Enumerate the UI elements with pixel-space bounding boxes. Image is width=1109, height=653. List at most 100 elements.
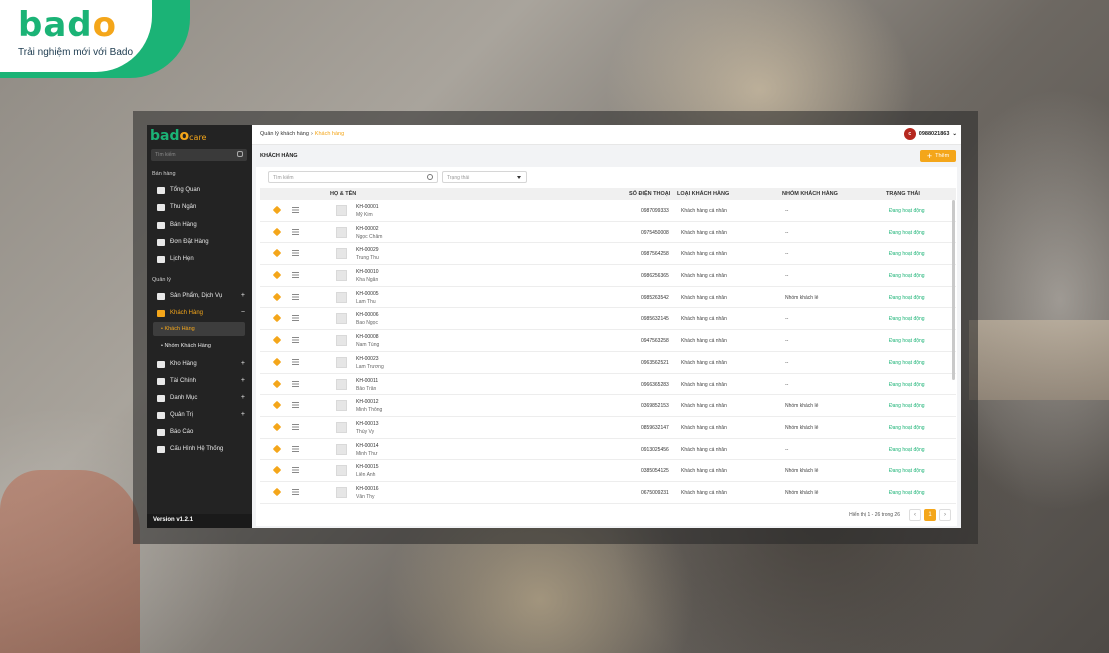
table-row[interactable]: KH-00023 Lam Trương 0963562521 Khách hàng c…: [260, 352, 956, 374]
sidebar-item-sales[interactable]: Bán Hàng: [157, 219, 247, 231]
detail-list-icon[interactable]: [292, 228, 299, 235]
sidebar-item-cashier[interactable]: Thu Ngân: [157, 201, 247, 213]
customer-name[interactable]: Nam Tùng: [356, 342, 379, 348]
expand-icon[interactable]: +: [241, 292, 245, 299]
table-row[interactable]: KH-00012 Minh Thông 0369852153 Khách hàng c…: [260, 395, 956, 417]
sidebar-item-appointments[interactable]: Lịch Hẹn: [157, 253, 247, 265]
customer-name[interactable]: Ngọc Châm: [356, 234, 382, 240]
detail-list-icon[interactable]: [292, 423, 299, 430]
table-row[interactable]: KH-00013 Thùy Vy 0859632147 Khách hàng cá n…: [260, 417, 956, 439]
detail-list-icon[interactable]: [292, 467, 299, 474]
breadcrumb-parent[interactable]: Quản lý khách hàng: [260, 131, 309, 137]
sidebar-item-customers[interactable]: Khách Hàng −: [157, 307, 247, 319]
table-row[interactable]: KH-00006 Bao Ngọc 0985632145 Khách hàng cá …: [260, 308, 956, 331]
table-scrollbar[interactable]: [952, 200, 955, 380]
customer-code: KH-00023: [356, 355, 379, 362]
user-menu[interactable]: c 0988021863 ⌄: [903, 128, 957, 140]
customer-search-input[interactable]: Tìm kiếm: [268, 171, 438, 183]
customer-phone: 0385054125: [641, 468, 669, 475]
edit-icon[interactable]: [272, 249, 282, 258]
customer-name[interactable]: Minh Thông: [356, 407, 382, 413]
customer-name[interactable]: Kha Ngân: [356, 277, 378, 283]
search-icon[interactable]: [427, 174, 433, 180]
table-row[interactable]: KH-00016 Vân Thy 0675009231 Khách hàng cá n…: [260, 482, 956, 504]
customer-name[interactable]: Bảo Trân: [356, 386, 376, 392]
pagination-prev-button[interactable]: ‹: [909, 509, 921, 521]
customer-name[interactable]: Lam Trương: [356, 364, 384, 370]
expand-icon[interactable]: +: [241, 360, 245, 367]
detail-list-icon[interactable]: [292, 488, 299, 495]
detail-list-icon[interactable]: [292, 337, 299, 344]
table-row[interactable]: KH-00015 Liên Anh 0385054125 Khách hàng cá …: [260, 460, 956, 482]
customer-name[interactable]: Minh Thư: [356, 451, 377, 457]
column-header-group[interactable]: NHÓM KHÁCH HÀNG: [782, 191, 838, 197]
sidebar-item-system-config[interactable]: Cấu Hình Hệ Thống: [157, 443, 247, 455]
sidebar-item-finance[interactable]: Tài Chính +: [157, 375, 247, 387]
edit-icon[interactable]: [272, 466, 282, 475]
collapse-icon[interactable]: −: [241, 309, 245, 316]
table-row[interactable]: KH-00001 Mỹ Kim 0987099333 Khách hàng cá nh…: [260, 200, 956, 222]
detail-list-icon[interactable]: [292, 380, 299, 387]
edit-icon[interactable]: [272, 227, 282, 236]
expand-icon[interactable]: +: [241, 411, 245, 418]
customer-name[interactable]: Lam Thu: [356, 299, 376, 305]
detail-list-icon[interactable]: [292, 293, 299, 300]
edit-icon[interactable]: [272, 379, 282, 388]
table-row[interactable]: KH-00010 Kha Ngân 0986256365 Khách hàng cá …: [260, 265, 956, 287]
search-icon[interactable]: [237, 151, 243, 157]
column-header-name[interactable]: HỌ & TÊN: [330, 191, 356, 197]
edit-icon[interactable]: [272, 487, 282, 497]
column-header-status[interactable]: TRẠNG THÁI: [886, 191, 920, 197]
expand-icon[interactable]: +: [241, 377, 245, 384]
table-row[interactable]: KH-00002 Ngọc Châm 0975450008 Khách hàng cá…: [260, 222, 956, 244]
edit-icon[interactable]: [272, 422, 282, 432]
sidebar-subitem-customer-groups[interactable]: • Nhóm Khách Hàng: [153, 339, 245, 353]
expand-icon[interactable]: +: [241, 394, 245, 401]
table-row[interactable]: KH-00005 Lam Thu 0985263542 Khách hàng cá n…: [260, 287, 956, 309]
sidebar-item-admin[interactable]: Quản Trị +: [157, 409, 247, 421]
detail-list-icon[interactable]: [292, 272, 299, 279]
edit-icon[interactable]: [272, 314, 282, 323]
sidebar-item-overview[interactable]: Tổng Quan: [157, 184, 247, 196]
customer-group: Nhóm khách lẻ: [785, 468, 819, 475]
detail-list-icon[interactable]: [292, 250, 299, 257]
sidebar-item-warehouse[interactable]: Kho Hàng +: [157, 358, 247, 370]
sidebar-subitem-customers[interactable]: • Khách Hàng: [153, 322, 245, 336]
status-select[interactable]: Trạng thái: [442, 171, 527, 183]
table-row[interactable]: KH-00029 Trung Thu 0987564258 Khách hàng cá…: [260, 243, 956, 266]
customer-name[interactable]: Liên Anh: [356, 472, 375, 478]
customer-name[interactable]: Mỹ Kim: [356, 212, 373, 218]
column-header-phone[interactable]: SỐ ĐIỆN THOẠI: [629, 191, 670, 197]
table-row[interactable]: KH-00011 Bảo Trân 0966365283 Khách hàng cá …: [260, 374, 956, 396]
sidebar-item-categories[interactable]: Danh Mục +: [157, 392, 247, 404]
detail-list-icon[interactable]: [292, 445, 299, 452]
customer-name[interactable]: Trung Thu: [356, 255, 379, 261]
breadcrumb-current: Khách hàng: [314, 131, 345, 137]
edit-icon[interactable]: [272, 357, 282, 367]
edit-icon[interactable]: [272, 400, 282, 410]
customer-name[interactable]: Thùy Vy: [356, 429, 374, 435]
table-row[interactable]: KH-00008 Nam Tùng 0947563258 Khách hàng cá …: [260, 330, 956, 352]
sidebar-item-orders[interactable]: Đơn Đặt Hàng: [157, 236, 247, 248]
sidebar-item-products[interactable]: Sản Phẩm, Dịch Vụ +: [157, 290, 247, 302]
detail-list-icon[interactable]: [292, 207, 299, 213]
edit-icon[interactable]: [272, 205, 282, 215]
edit-icon[interactable]: [272, 444, 282, 453]
customer-name[interactable]: Vân Thy: [356, 494, 375, 500]
add-customer-button[interactable]: + Thêm: [920, 150, 956, 162]
pagination-page-1[interactable]: 1: [924, 509, 936, 521]
detail-list-icon[interactable]: [292, 315, 299, 322]
sidebar-item-reports[interactable]: Báo Cáo: [157, 426, 247, 438]
table-row[interactable]: KH-00014 Minh Thư 0913025456 Khách hàng cá …: [260, 439, 956, 461]
sidebar-search-input[interactable]: Tìm kiếm: [151, 149, 247, 161]
edit-icon[interactable]: [272, 292, 282, 301]
edit-icon[interactable]: [272, 335, 282, 345]
app-logo[interactable]: badocare: [150, 128, 206, 146]
column-header-type[interactable]: LOẠI KHÁCH HÀNG: [677, 191, 729, 197]
edit-icon[interactable]: [272, 270, 282, 280]
detail-list-icon[interactable]: [292, 402, 299, 409]
customer-code: KH-00005: [356, 290, 379, 297]
pagination-next-button[interactable]: ›: [939, 509, 951, 521]
customer-name[interactable]: Bao Ngọc: [356, 320, 378, 326]
detail-list-icon[interactable]: [292, 358, 299, 365]
